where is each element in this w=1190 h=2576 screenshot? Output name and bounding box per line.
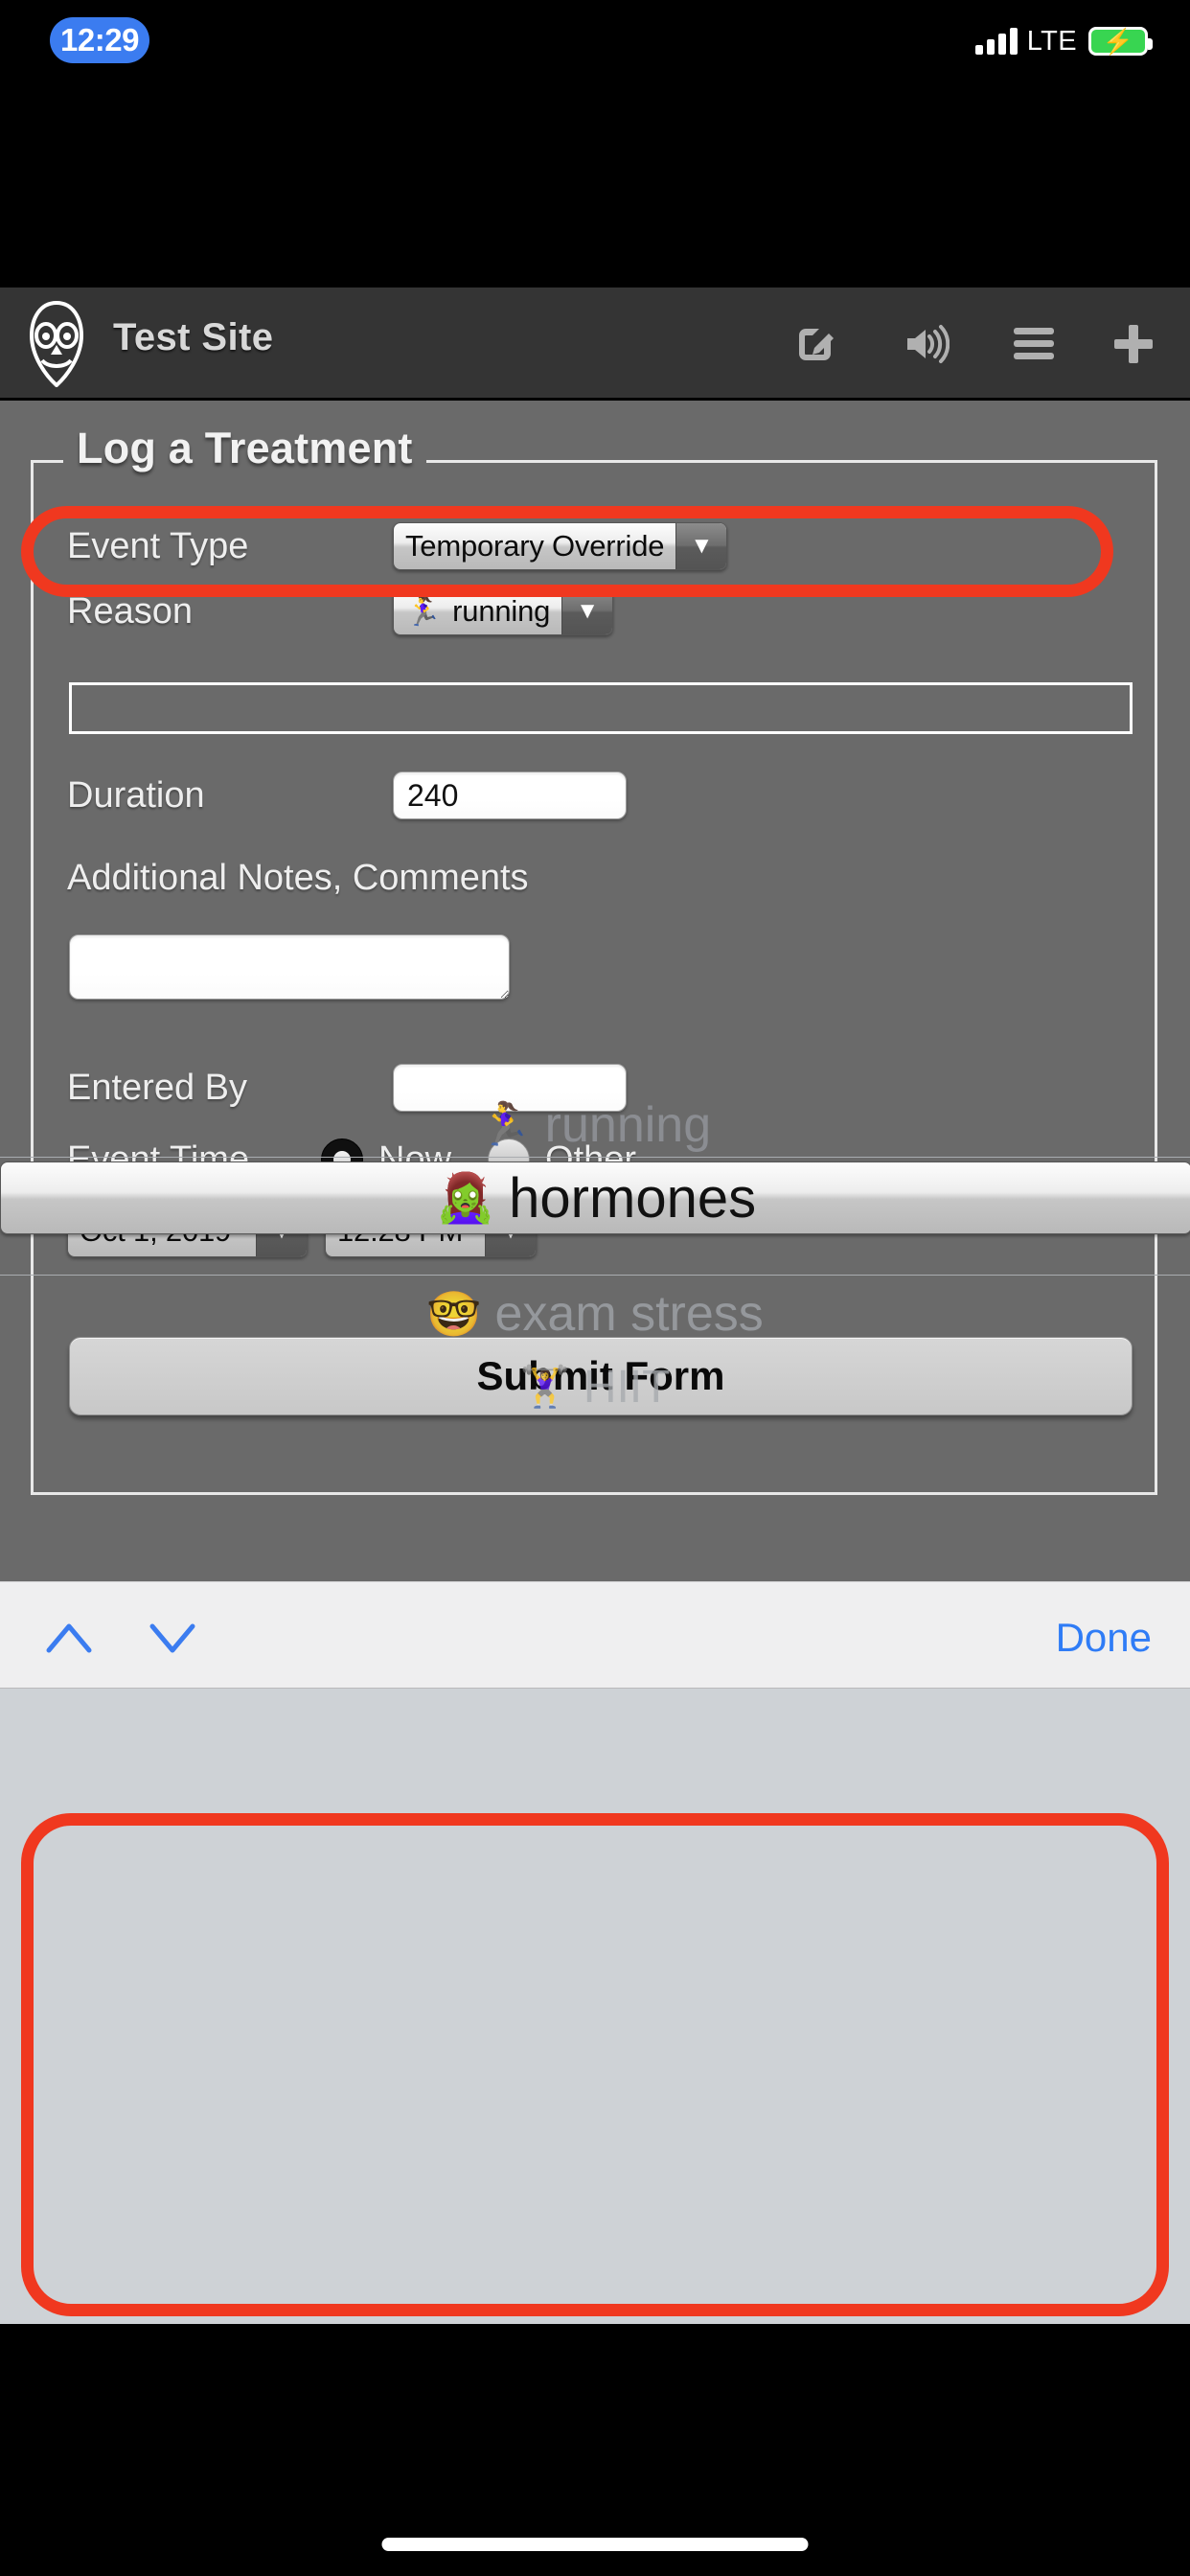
chevron-down-icon: ▼ xyxy=(675,523,727,569)
reason-label: Reason xyxy=(67,590,193,632)
event-type-row: Event Type Temporary Override ▼ xyxy=(67,522,728,570)
reason-value: 🏃‍♀️ running xyxy=(394,588,561,634)
event-type-label: Event Type xyxy=(67,525,249,566)
duration-label: Duration xyxy=(67,774,205,816)
zombie-emoji-icon: 🧟‍♀️ xyxy=(435,1171,496,1225)
picker-selection-line-bottom xyxy=(0,1275,1190,1276)
picker-item-hormones[interactable]: 🧟‍♀️ hormones xyxy=(0,1162,1190,1234)
picker-item-running[interactable]: 🏃‍♀️ running xyxy=(0,1092,1190,1158)
reason-row: Reason 🏃‍♀️ running ▼ xyxy=(67,587,614,635)
plus-icon[interactable] xyxy=(1104,314,1163,374)
hamburger-menu-icon[interactable] xyxy=(1004,314,1064,374)
fieldset-legend: Log a Treatment xyxy=(63,424,426,473)
reason-emoji: 🏃‍♀️ xyxy=(405,595,442,628)
weight-lifter-emoji-icon: 🏋️‍♀️ xyxy=(519,1364,570,1409)
picker-item-label: hormones xyxy=(509,1166,757,1230)
reason-picker-wheel[interactable] xyxy=(0,1689,1190,2324)
picker-item-label: HIIT xyxy=(583,1361,671,1413)
reason-text: running xyxy=(452,594,551,628)
picker-item-exam-stress[interactable]: 🤓 exam stress xyxy=(0,1280,1190,1347)
owl-logo-icon xyxy=(29,301,84,387)
home-indicator xyxy=(381,2538,809,2551)
profile-box[interactable] xyxy=(69,682,1133,734)
nerd-face-emoji-icon: 🤓 xyxy=(426,1289,482,1339)
running-emoji-icon: 🏃‍♀️ xyxy=(478,1101,532,1148)
battery-charging-icon: ⚡ xyxy=(1088,27,1153,56)
compose-icon[interactable] xyxy=(786,314,845,374)
event-type-select[interactable]: Temporary Override ▼ xyxy=(393,522,728,570)
duration-row: Duration xyxy=(67,771,627,819)
charging-bolt-icon: ⚡ xyxy=(1102,27,1134,56)
app-header: Test Site xyxy=(0,288,1190,401)
chevron-down-icon: ▼ xyxy=(561,588,613,634)
picker-item-hiit[interactable]: 🏋️‍♀️ HIIT xyxy=(0,1355,1190,1418)
done-button[interactable]: Done xyxy=(1056,1611,1152,1665)
notes-label: Additional Notes, Comments xyxy=(67,858,529,898)
speaker-icon[interactable] xyxy=(896,314,955,374)
picker-item-label: exam stress xyxy=(494,1286,764,1342)
keyboard-accessory-bar: Done xyxy=(0,1581,1190,1689)
status-indicators: LTE ⚡ xyxy=(974,21,1153,61)
chevron-down-icon[interactable] xyxy=(146,1611,199,1665)
reason-select[interactable]: 🏃‍♀️ running ▼ xyxy=(393,587,614,635)
notes-textarea[interactable] xyxy=(69,934,510,1000)
signal-bars-icon xyxy=(974,28,1018,55)
page-title: Test Site xyxy=(113,316,274,358)
status-bar: 12:29 LTE ⚡ xyxy=(0,0,1190,165)
duration-input[interactable] xyxy=(393,771,627,819)
picker-item-label: running xyxy=(544,1097,712,1153)
event-type-value: Temporary Override xyxy=(405,529,665,563)
carrier-label: LTE xyxy=(1026,25,1077,57)
status-time: 12:29 xyxy=(50,17,149,63)
chevron-up-icon[interactable] xyxy=(42,1611,96,1665)
phone-screen: 12:29 LTE ⚡ Test Site Log a Treatment Ev… xyxy=(0,0,1190,2576)
